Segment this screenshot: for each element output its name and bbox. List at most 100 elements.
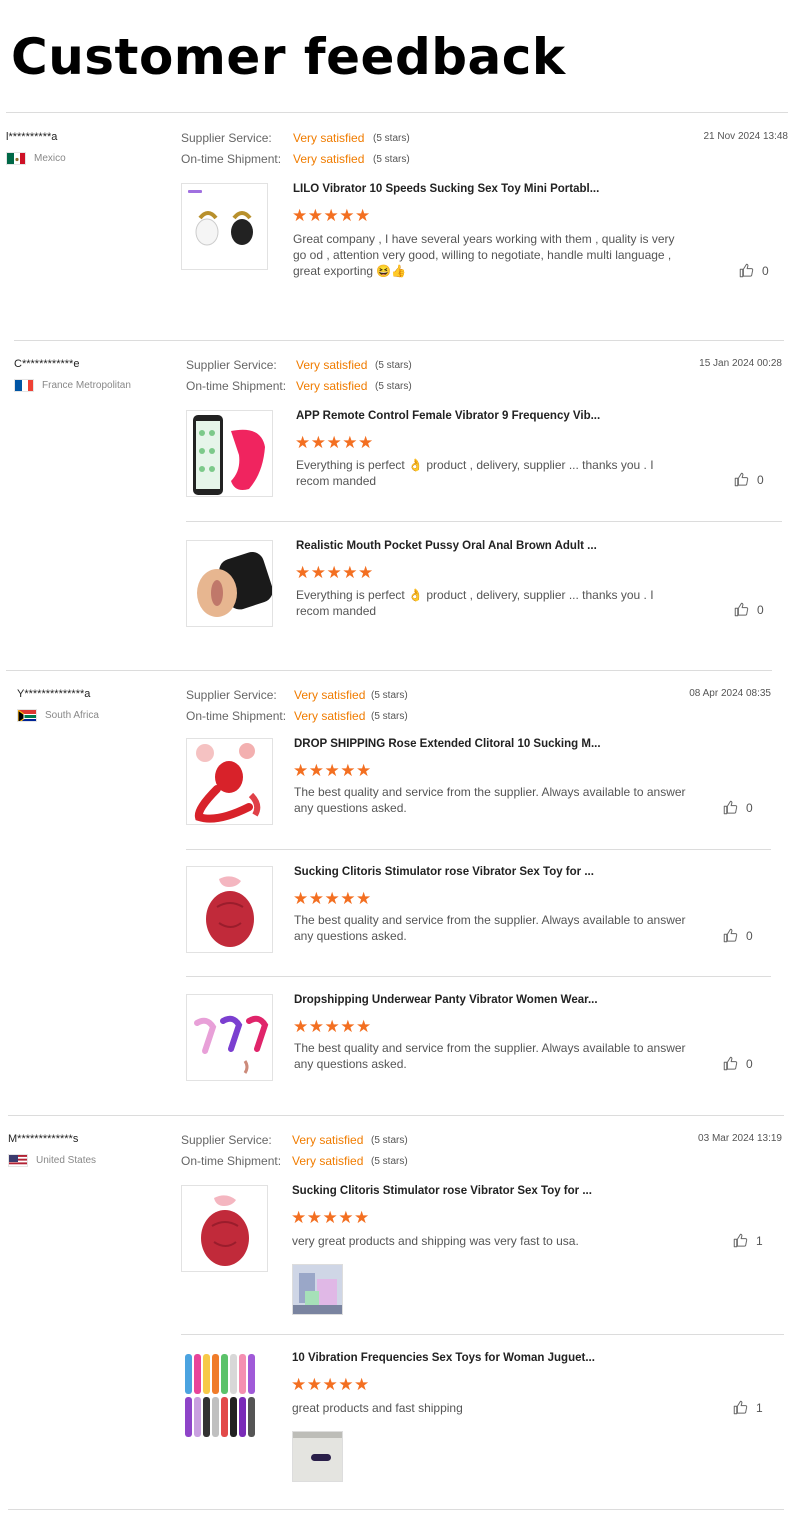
ontime-shipment-stars: (5 stars)	[371, 1156, 408, 1167]
review-comment: The best quality and service from the su…	[294, 785, 686, 815]
review-photo[interactable]	[292, 1264, 343, 1315]
product-title-link[interactable]: LILO Vibrator 10 Speeds Sucking Sex Toy …	[293, 183, 599, 195]
product-title-link[interactable]: 10 Vibration Frequencies Sex Toys for Wo…	[292, 1352, 595, 1364]
review-divider	[8, 1115, 784, 1116]
product-rating-stars: ★★★★★	[292, 206, 371, 225]
product-thumbnail[interactable]	[186, 410, 273, 497]
review-comment: Everything is perfect 👌 product , delive…	[296, 458, 654, 488]
reviewer-country: Mexico	[6, 152, 66, 165]
ontime-shipment-label: On-time Shipment:	[186, 709, 287, 723]
review-comment: great products and fast shipping	[292, 1401, 463, 1415]
country-name: France Metropolitan	[42, 380, 131, 391]
product-thumbnail[interactable]	[181, 1185, 268, 1272]
like-count: 0	[762, 263, 769, 278]
france-flag-icon	[14, 379, 34, 392]
like-count: 1	[756, 1400, 763, 1415]
item-divider	[181, 1334, 784, 1335]
like-button[interactable]: 0	[723, 928, 753, 943]
product-rating-stars: ★★★★★	[291, 1208, 370, 1227]
review-card: C************e France Metropolitan Suppl…	[14, 355, 784, 645]
thumbs-up-icon	[723, 928, 738, 943]
review-item: 10 Vibration Frequencies Sex Toys for Wo…	[181, 1352, 781, 1487]
thumbs-up-icon	[734, 472, 749, 487]
product-thumbnail[interactable]	[181, 183, 268, 270]
review-photo[interactable]	[292, 1431, 343, 1482]
like-button[interactable]: 0	[739, 263, 769, 278]
ontime-shipment-label: On-time Shipment:	[181, 152, 282, 166]
thumbs-up-icon	[734, 602, 749, 617]
reviewer-name: M*************s	[8, 1133, 79, 1145]
supplier-service-stars: (5 stars)	[375, 360, 412, 371]
reviewer-country: South Africa	[17, 709, 99, 722]
product-rating-stars: ★★★★★	[291, 1375, 370, 1394]
country-name: United States	[36, 1155, 97, 1166]
ontime-shipment-stars: (5 stars)	[371, 711, 408, 722]
review-divider	[14, 340, 784, 341]
review-card: M*************s United States Supplier S…	[8, 1130, 784, 1505]
product-thumbnail[interactable]	[186, 994, 273, 1081]
review-item: Realistic Mouth Pocket Pussy Oral Anal B…	[186, 540, 782, 640]
product-thumbnail[interactable]	[181, 1352, 268, 1439]
review-item: Sucking Clitoris Stimulator rose Vibrato…	[186, 866, 771, 966]
page-title: Customer feedback	[11, 28, 566, 86]
supplier-service-rating: Very satisfied	[293, 131, 365, 145]
review-date: 08 Apr 2024 08:35	[689, 688, 771, 699]
product-thumbnail[interactable]	[186, 738, 273, 825]
country-name: Mexico	[34, 153, 66, 164]
supplier-service-stars: (5 stars)	[371, 1135, 408, 1146]
reviewer-country: France Metropolitan	[14, 379, 131, 392]
item-divider	[186, 976, 771, 977]
review-comment: Everything is perfect 👌 product , delive…	[296, 588, 654, 618]
review-comment: The best quality and service from the su…	[294, 1041, 686, 1071]
reviewer-name: l**********a	[6, 131, 58, 143]
product-title-link[interactable]: Sucking Clitoris Stimulator rose Vibrato…	[294, 866, 594, 878]
product-rating-stars: ★★★★★	[293, 889, 372, 908]
like-count: 0	[746, 928, 753, 943]
ontime-shipment-stars: (5 stars)	[373, 154, 410, 165]
supplier-service-label: Supplier Service:	[181, 1133, 272, 1147]
like-button[interactable]: 1	[733, 1233, 763, 1248]
review-card: Y**************a South Africa Supplier S…	[17, 685, 777, 1095]
mexico-flag-icon	[6, 152, 26, 165]
supplier-service-rating: Very satisfied	[296, 358, 368, 372]
review-comment: The best quality and service from the su…	[294, 913, 686, 943]
review-divider	[6, 670, 772, 671]
review-date: 21 Nov 2024 13:48	[703, 131, 788, 142]
review-date: 15 Jan 2024 00:28	[699, 358, 782, 369]
supplier-service-label: Supplier Service:	[186, 358, 277, 372]
reviewer-country: United States	[8, 1154, 96, 1167]
product-title-link[interactable]: DROP SHIPPING Rose Extended Clitoral 10 …	[294, 738, 601, 750]
review-comment: Great company , I have several years wor…	[293, 232, 675, 278]
product-rating-stars: ★★★★★	[293, 1017, 372, 1036]
supplier-service-label: Supplier Service:	[186, 688, 277, 702]
product-rating-stars: ★★★★★	[295, 433, 374, 452]
divider	[6, 112, 788, 113]
item-divider	[186, 849, 771, 850]
like-button[interactable]: 0	[734, 602, 764, 617]
ontime-shipment-rating: Very satisfied	[294, 709, 366, 723]
like-count: 0	[746, 800, 753, 815]
like-button[interactable]: 1	[733, 1400, 763, 1415]
country-name: South Africa	[45, 710, 99, 721]
review-comment: very great products and shipping was ver…	[292, 1234, 579, 1248]
thumbs-up-icon	[723, 1056, 738, 1071]
thumbs-up-icon	[733, 1233, 748, 1248]
like-button[interactable]: 0	[723, 1056, 753, 1071]
supplier-service-label: Supplier Service:	[181, 131, 272, 145]
like-count: 0	[757, 602, 764, 617]
product-title-link[interactable]: APP Remote Control Female Vibrator 9 Fre…	[296, 410, 600, 422]
product-thumbnail[interactable]	[186, 540, 273, 627]
south-africa-flag-icon	[17, 709, 37, 722]
product-title-link[interactable]: Realistic Mouth Pocket Pussy Oral Anal B…	[296, 540, 597, 552]
product-thumbnail[interactable]	[186, 866, 273, 953]
product-rating-stars: ★★★★★	[293, 761, 372, 780]
like-button[interactable]: 0	[723, 800, 753, 815]
product-title-link[interactable]: Dropshipping Underwear Panty Vibrator Wo…	[294, 994, 598, 1006]
like-button[interactable]: 0	[734, 472, 764, 487]
product-title-link[interactable]: Sucking Clitoris Stimulator rose Vibrato…	[292, 1185, 592, 1197]
ontime-shipment-rating: Very satisfied	[292, 1154, 364, 1168]
like-count: 0	[757, 472, 764, 487]
thumbs-up-icon	[723, 800, 738, 815]
review-item: DROP SHIPPING Rose Extended Clitoral 10 …	[186, 738, 771, 838]
supplier-service-stars: (5 stars)	[373, 133, 410, 144]
